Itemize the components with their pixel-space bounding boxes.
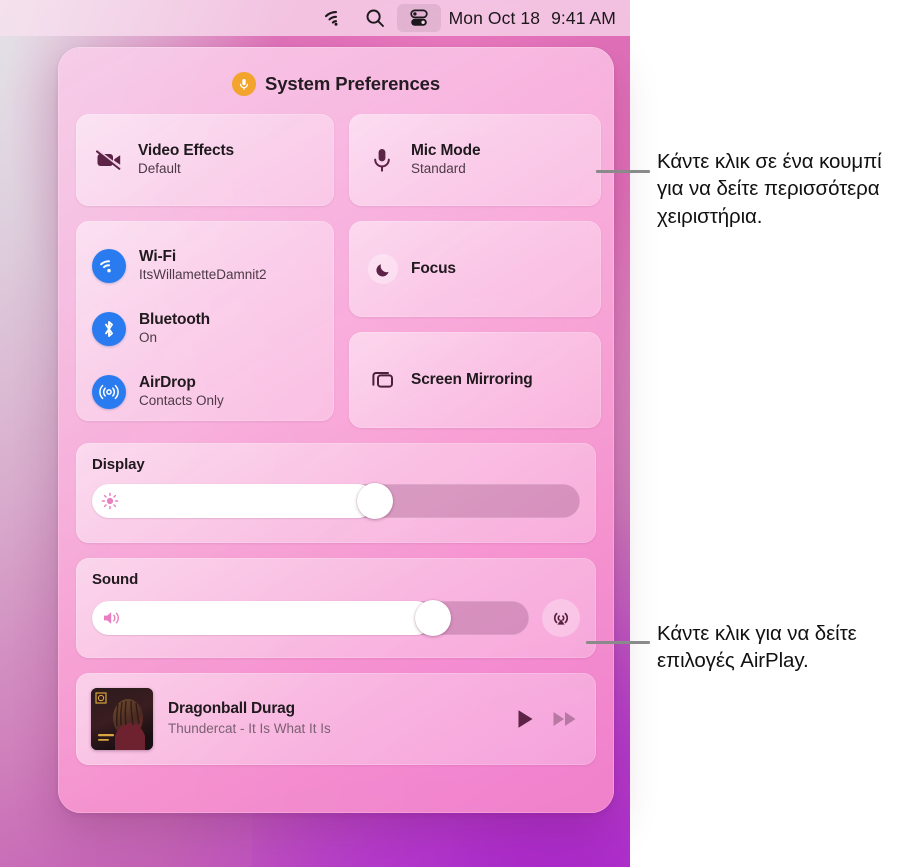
microphone-icon: [231, 72, 256, 96]
video-off-icon: [94, 145, 124, 175]
bluetooth-icon: [92, 312, 126, 346]
callout-leader-line: [586, 641, 650, 644]
microphone-icon: [367, 145, 397, 175]
page-title: System Preferences: [264, 73, 441, 94]
wifi-title: Wi-Fi: [139, 247, 176, 265]
wifi-icon: [92, 249, 126, 283]
fast-forward-icon[interactable]: [552, 709, 578, 729]
wifi-network-name: ItsWillametteDamnit2: [139, 267, 267, 283]
menu-bar: Mon Oct 18 9:41 AM: [0, 0, 630, 36]
video-effects-subtitle: Default: [138, 161, 181, 177]
control-center-icon[interactable]: [396, 4, 441, 32]
focus-mirroring-column: Focus Screen Mirroring: [349, 221, 601, 428]
wifi-row[interactable]: Wi-Fi ItsWillametteDamnit2: [92, 238, 334, 294]
sound-slider-knob[interactable]: [414, 600, 451, 636]
display-slider-fill: [92, 484, 376, 518]
airdrop-status: Contacts Only: [139, 393, 224, 409]
airdrop-icon: [92, 375, 126, 409]
focus-tile[interactable]: Focus: [349, 221, 601, 317]
media-controls-row: Video Effects Default Mic Mode Standard: [76, 114, 601, 206]
connectivity-tile: Wi-Fi ItsWillametteDamnit2 Bluetooth On: [76, 221, 334, 421]
control-center-panel: System Preferences Video Effects Default: [58, 47, 614, 813]
sound-tile: Sound: [76, 558, 596, 658]
video-effects-tile[interactable]: Video Effects Default: [76, 114, 334, 206]
video-effects-title: Video Effects: [138, 141, 234, 159]
speaker-icon: [101, 609, 123, 627]
screen-mirroring-icon: [368, 365, 398, 395]
play-icon[interactable]: [515, 708, 535, 730]
bluetooth-title: Bluetooth: [139, 310, 210, 328]
mic-mode-subtitle: Standard: [411, 161, 466, 177]
wifi-icon[interactable]: [321, 4, 351, 32]
now-playing-track: Dragonball Durag: [168, 700, 295, 718]
moon-icon: [368, 254, 398, 284]
airdrop-row[interactable]: AirDrop Contacts Only: [92, 364, 334, 420]
airplay-audio-icon[interactable]: [542, 599, 580, 637]
mic-mode-tile[interactable]: Mic Mode Standard: [349, 114, 601, 206]
focus-label: Focus: [411, 260, 456, 277]
sound-heading: Sound: [92, 571, 139, 588]
display-tile: Display: [76, 443, 596, 543]
mic-mode-title: Mic Mode: [411, 141, 481, 159]
callout-airplay: Κάντε κλικ για να δείτε επιλογές AirPlay…: [657, 622, 857, 673]
display-heading: Display: [92, 456, 145, 473]
menu-bar-date: Mon Oct 18: [448, 7, 541, 28]
sound-volume-slider[interactable]: [92, 600, 529, 636]
airdrop-title: AirDrop: [139, 373, 196, 391]
display-brightness-slider[interactable]: [92, 483, 580, 519]
callout-leader-line: [596, 170, 650, 173]
system-preferences-header: System Preferences: [76, 54, 596, 114]
album-artwork: [91, 688, 153, 750]
now-playing-tile[interactable]: Dragonball Durag Thundercat - It Is What…: [76, 673, 596, 765]
callout-controls: Κάντε κλικ σε ένα κουμπί για να δείτε πε…: [657, 150, 882, 228]
display-slider-knob[interactable]: [357, 483, 394, 519]
bluetooth-status: On: [139, 330, 158, 346]
menu-bar-clock[interactable]: Mon Oct 18 9:41 AM: [449, 8, 630, 29]
search-icon[interactable]: [361, 4, 389, 32]
now-playing-artist: Thundercat - It Is What It Is: [168, 720, 331, 736]
screen-mirroring-tile[interactable]: Screen Mirroring: [349, 332, 601, 428]
brightness-icon: [101, 492, 119, 510]
menu-bar-time: 9:41 AM: [551, 7, 616, 28]
bluetooth-row[interactable]: Bluetooth On: [92, 301, 334, 357]
sound-slider-fill: [92, 601, 433, 635]
connectivity-and-focus-row: Wi-Fi ItsWillametteDamnit2 Bluetooth On: [76, 221, 601, 428]
screen-mirroring-label: Screen Mirroring: [411, 371, 533, 388]
